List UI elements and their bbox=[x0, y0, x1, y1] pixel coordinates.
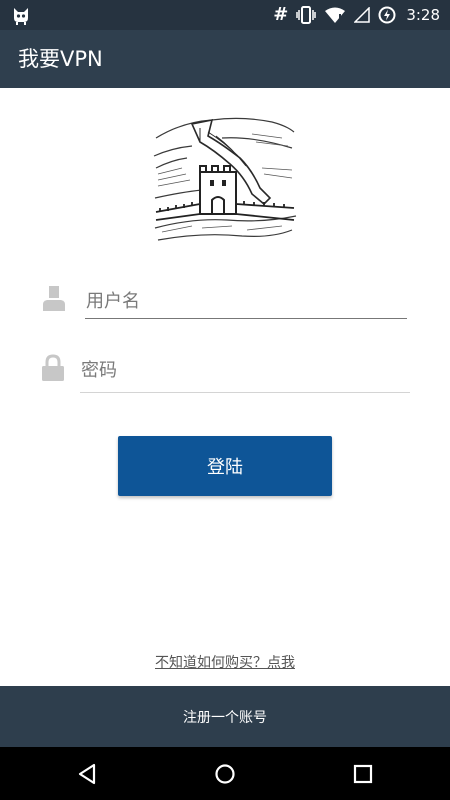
cat-notification-icon bbox=[11, 5, 31, 25]
user-icon bbox=[42, 284, 66, 312]
register-account-label: 注册一个账号 bbox=[183, 709, 267, 726]
password-underline bbox=[80, 392, 410, 393]
back-icon[interactable] bbox=[74, 760, 102, 788]
register-account-button[interactable]: 注册一个账号 bbox=[0, 686, 450, 747]
battery-icon bbox=[378, 6, 396, 24]
lock-icon bbox=[41, 354, 65, 382]
signal-icon bbox=[354, 7, 371, 23]
password-input[interactable] bbox=[81, 355, 407, 385]
wifi-icon bbox=[324, 6, 346, 24]
recents-icon[interactable] bbox=[349, 760, 377, 788]
username-input[interactable] bbox=[86, 286, 404, 316]
clock: 3:28 bbox=[406, 6, 440, 24]
username-underline bbox=[85, 318, 407, 319]
app-title: 我要VPN bbox=[18, 47, 103, 71]
vibrate-icon bbox=[296, 6, 317, 24]
how-to-buy-link[interactable]: 不知道如何购买？点我 bbox=[0, 652, 450, 672]
app-bar: 我要VPN bbox=[0, 30, 450, 88]
great-wall-logo bbox=[152, 108, 298, 248]
home-icon[interactable] bbox=[211, 760, 239, 788]
login-button[interactable]: 登陆 bbox=[118, 436, 332, 496]
system-nav-bar bbox=[0, 747, 450, 800]
hash-indicator: # bbox=[273, 4, 289, 25]
status-bar: # 3:28 bbox=[0, 0, 450, 30]
